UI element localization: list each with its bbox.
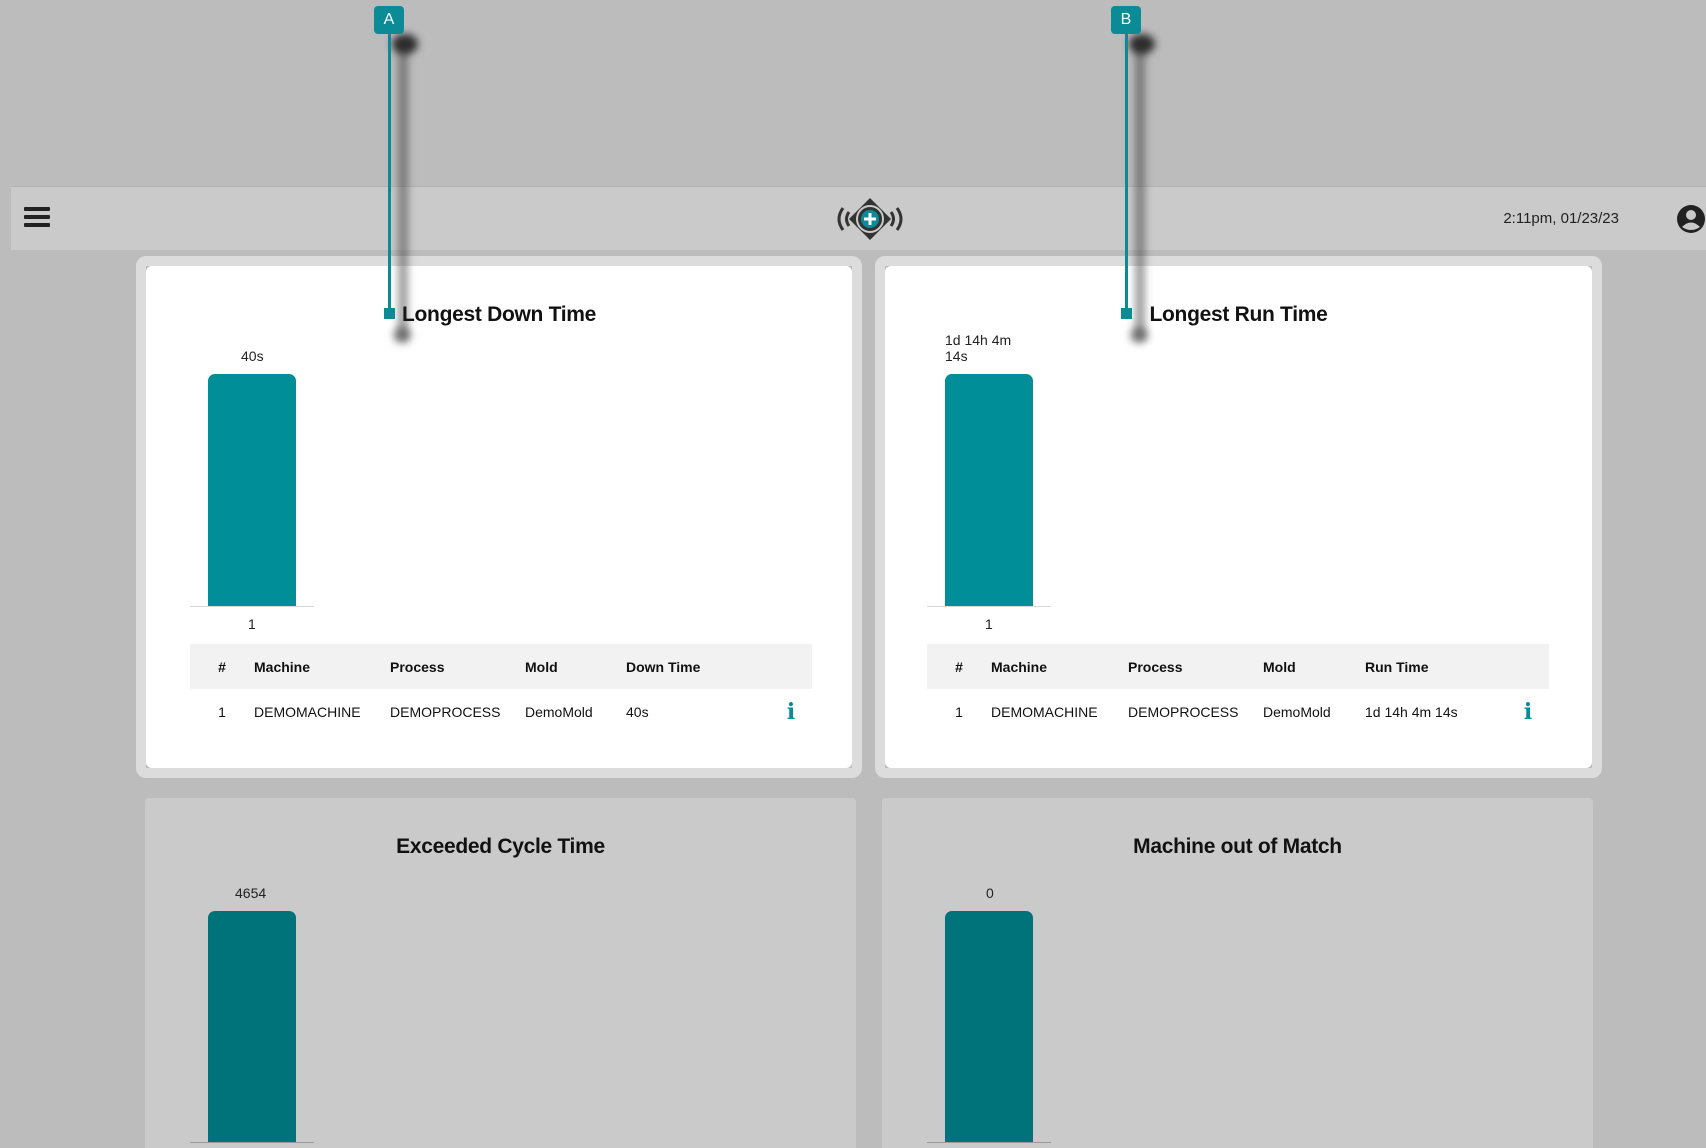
cell-number: 1: [218, 703, 226, 720]
callout-shadow-line: [1135, 44, 1145, 340]
cell-mold: DemoMold: [525, 703, 593, 720]
callout-shadow-line: [398, 44, 408, 340]
bar-value-label: 40s: [241, 348, 264, 364]
col-header-down-time: Down Time: [626, 644, 770, 689]
callout-marker-a: [384, 308, 395, 319]
chart-baseline: [927, 606, 1051, 607]
card-title: Exceeded Cycle Time: [396, 835, 605, 858]
col-header-machine: Machine: [991, 644, 1128, 689]
callout-line-a: [388, 30, 391, 316]
cell-down-time: 40s: [626, 703, 649, 720]
top-bar: 2:11pm, 01/23/23: [11, 186, 1706, 250]
chart-bar[interactable]: [208, 374, 296, 606]
chart-baseline: [190, 606, 314, 607]
signal-plus-logo-icon[interactable]: [831, 195, 909, 243]
bar-value-label: 0: [986, 885, 994, 901]
chart-bar[interactable]: [945, 911, 1033, 1142]
card-longest-run-time: Longest Run Time 1d 14h 4m 14s 1 # Machi…: [885, 266, 1592, 768]
table-header-row: # Machine Process Mold Run Time: [927, 644, 1549, 689]
chart-bar[interactable]: [208, 911, 296, 1142]
col-header-number: #: [927, 644, 991, 689]
bar-value-label: 4654: [235, 885, 267, 901]
col-header-actions: [770, 644, 812, 689]
user-avatar-icon[interactable]: [1676, 204, 1706, 234]
chart-bar[interactable]: [945, 374, 1033, 606]
bar-value-label-line1: 1d 14h 4m: [945, 332, 1012, 348]
chart-baseline: [190, 1142, 314, 1143]
hamburger-menu-icon[interactable]: [24, 207, 50, 231]
cell-actions: i: [770, 689, 812, 734]
cell-mold: DemoMold: [1263, 703, 1331, 720]
callout-shadow: [393, 327, 411, 343]
chart-baseline: [927, 1142, 1051, 1143]
bar-value-label: 1d 14h 4m 14s: [945, 332, 1011, 364]
bar-value-label-line2: 14s: [945, 348, 968, 364]
cell-number: 1: [955, 703, 963, 720]
col-header-process: Process: [1128, 644, 1263, 689]
info-icon[interactable]: i: [787, 699, 795, 725]
cell-process: DEMOPROCESS: [1128, 703, 1239, 720]
callout-badge-a: A: [374, 6, 404, 34]
cell-process: DEMOPROCESS: [390, 703, 501, 720]
x-axis-tick: 1: [248, 616, 256, 632]
down-time-table: # Machine Process Mold Down Time 1 DEMOM…: [190, 644, 812, 734]
callout-shadow: [1130, 327, 1148, 343]
card-title: Machine out of Match: [1133, 835, 1342, 858]
info-icon[interactable]: i: [1524, 699, 1532, 725]
table-header-row: # Machine Process Mold Down Time: [190, 644, 812, 689]
card-title: Longest Down Time: [401, 303, 597, 326]
col-header-mold: Mold: [525, 644, 626, 689]
callout-badge-b: B: [1111, 6, 1141, 34]
callout-line-b: [1125, 30, 1128, 316]
callout-marker-b: [1121, 308, 1132, 319]
col-header-mold: Mold: [1263, 644, 1365, 689]
cell-machine: DEMOMACHINE: [991, 703, 1098, 720]
cell-run-time: 1d 14h 4m 14s: [1365, 703, 1458, 720]
run-time-table: # Machine Process Mold Run Time 1 DEMOMA…: [927, 644, 1549, 734]
col-header-machine: Machine: [254, 644, 390, 689]
cell-actions: i: [1507, 689, 1549, 734]
col-header-run-time: Run Time: [1365, 644, 1507, 689]
card-title: Longest Run Time: [1149, 303, 1328, 326]
col-header-number: #: [190, 644, 254, 689]
date-time-display: 2:11pm, 01/23/23: [1503, 210, 1619, 227]
card-machine-out-of-match: Machine out of Match 0: [882, 798, 1593, 1148]
x-axis-tick: 1: [985, 616, 993, 632]
table-row[interactable]: 1 DEMOMACHINE DEMOPROCESS DemoMold 1d 14…: [927, 689, 1549, 734]
cell-machine: DEMOMACHINE: [254, 703, 361, 720]
col-header-process: Process: [390, 644, 525, 689]
table-row[interactable]: 1 DEMOMACHINE DEMOPROCESS DemoMold 40s i: [190, 689, 812, 734]
card-exceeded-cycle-time: Exceeded Cycle Time 4654: [145, 798, 856, 1148]
col-header-actions: [1507, 644, 1549, 689]
card-longest-down-time: Longest Down Time 40s 1 # Machine Proces…: [146, 266, 852, 768]
